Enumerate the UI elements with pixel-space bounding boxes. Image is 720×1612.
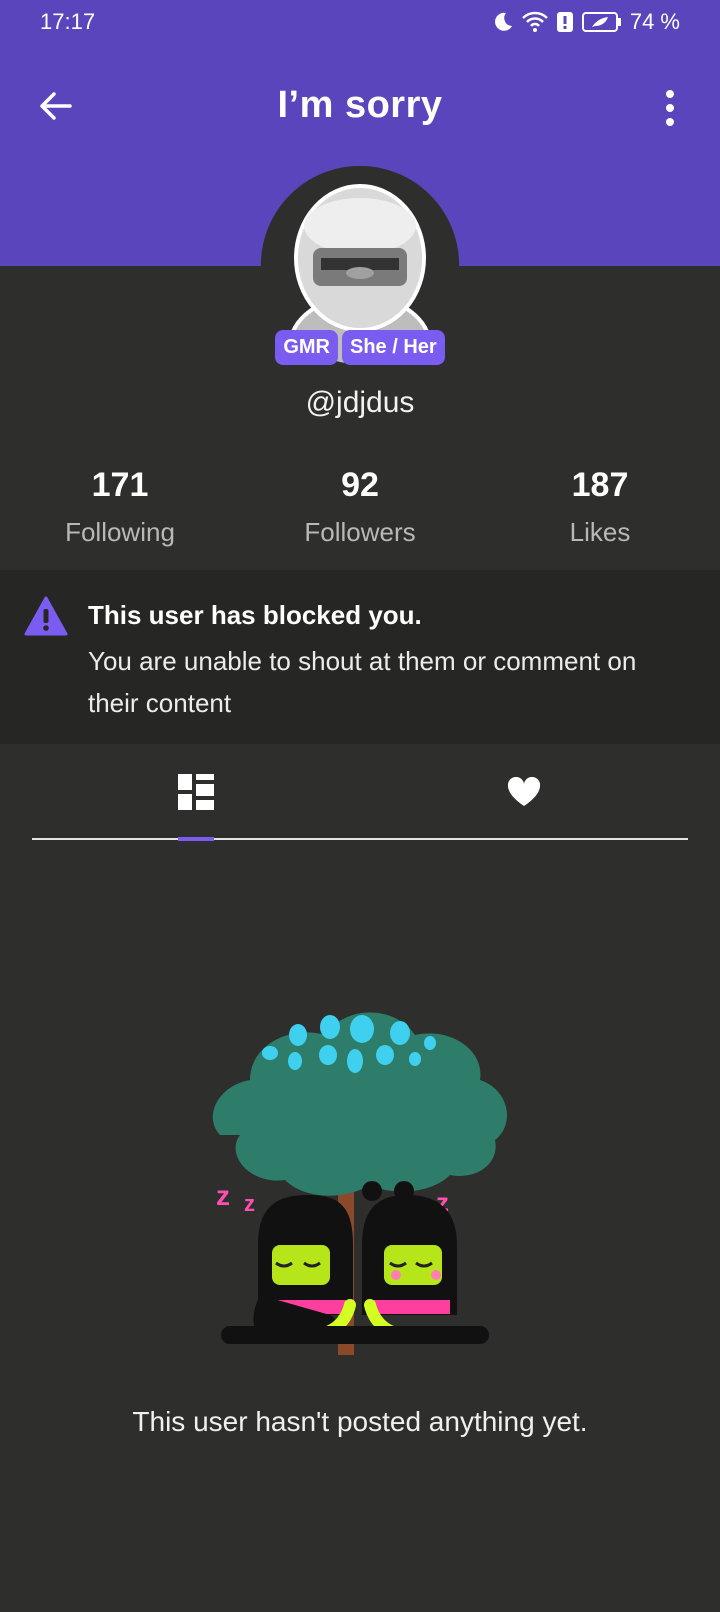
stat-label: Likes [569, 517, 631, 547]
blocked-description: You are unable to shout at them or comme… [88, 646, 637, 718]
profile-badges: GMR She / Her [0, 330, 720, 365]
heart-icon [507, 777, 541, 806]
svg-text:z: z [244, 1191, 255, 1216]
blocked-title: This user has blocked you. [88, 600, 422, 630]
status-icons: 74 % [492, 9, 680, 35]
profile-tabs [32, 744, 688, 841]
stat-followers[interactable]: 92 Followers [240, 466, 480, 548]
stat-label: Followers [304, 517, 416, 547]
empty-state-message: This user hasn't posted anything yet. [132, 1406, 588, 1437]
warning-icon [24, 596, 68, 636]
tab-likes[interactable] [360, 744, 688, 840]
stat-likes[interactable]: 187 Likes [480, 466, 720, 548]
battery-icon [581, 12, 621, 32]
stat-value: 171 [91, 466, 149, 504]
grid-icon [178, 774, 214, 810]
status-time: 17:17 [40, 9, 96, 34]
sleeping-tree-illustration: z z z [212, 1012, 508, 1355]
stat-label: Following [65, 517, 175, 547]
blocked-notice: This user has blocked you. You are unabl… [0, 570, 720, 744]
tab-posts[interactable] [32, 744, 360, 841]
username: @jdjdus [305, 386, 415, 419]
stat-value: 187 [571, 466, 629, 504]
moon-icon [494, 12, 512, 31]
stat-following[interactable]: 171 Following [0, 466, 240, 548]
stat-value: 92 [341, 466, 379, 504]
battery-percent: 74 % [629, 9, 680, 34]
badge-pronouns: She / Her [341, 330, 445, 365]
more-vert-icon[interactable] [660, 88, 680, 128]
tab-indicator [178, 837, 214, 841]
page-title: I’m sorry [277, 84, 443, 126]
status-bar: 17:17 74 % [0, 0, 720, 44]
svg-text:z: z [216, 1180, 230, 1211]
profile-stats: 171 Following 92 Followers 187 Likes [0, 466, 720, 548]
wifi-icon [521, 11, 548, 32]
alert-icon [556, 12, 573, 32]
badge-gmr: GMR [275, 330, 338, 365]
